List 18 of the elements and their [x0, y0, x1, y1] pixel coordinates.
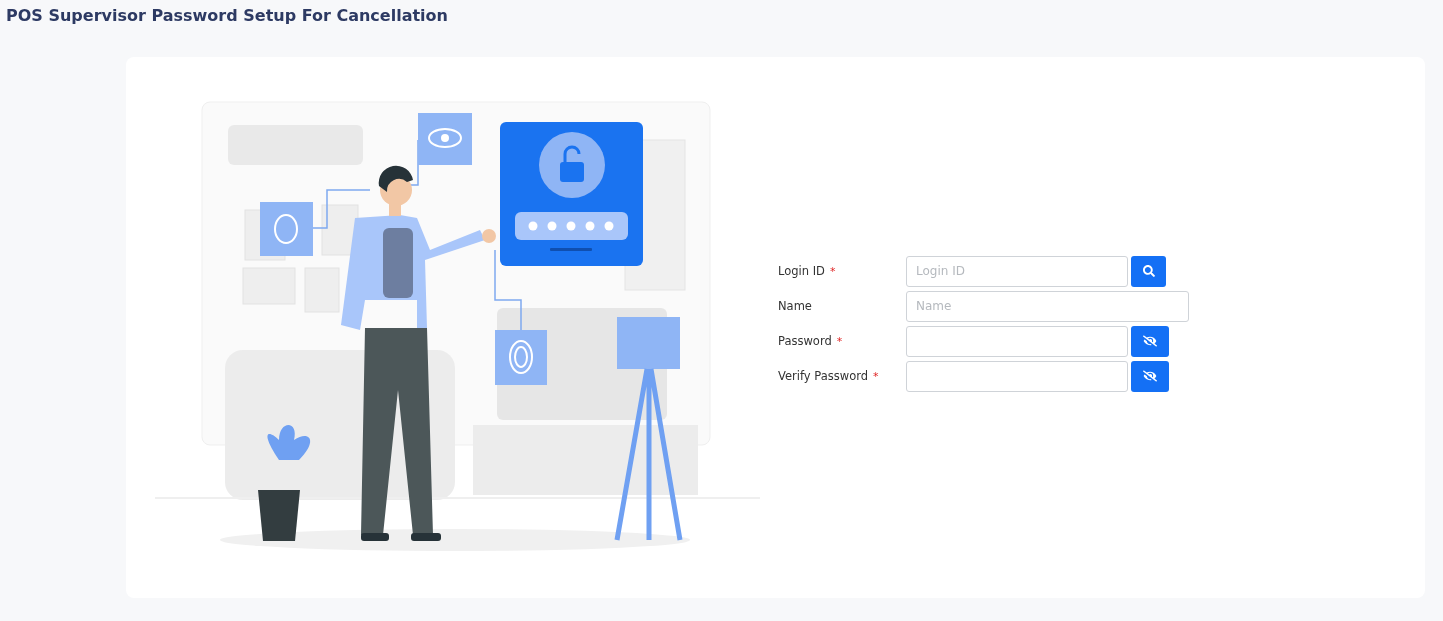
show-password-button[interactable]	[1131, 360, 1169, 392]
required-mark: *	[829, 264, 836, 278]
input-field[interactable]	[906, 325, 1128, 357]
page-title: POS Supervisor Password Setup For Cancellation	[6, 5, 449, 27]
search-icon	[1142, 265, 1155, 277]
search-button[interactable]	[1131, 255, 1166, 287]
field-label: Name	[778, 299, 812, 313]
eye-slash-icon	[1143, 369, 1157, 383]
field-label: Verify Password	[778, 369, 868, 383]
field-label: Password	[778, 334, 832, 348]
required-mark: *	[836, 334, 843, 348]
eye-slash-icon	[1143, 334, 1157, 348]
input-field[interactable]	[906, 360, 1128, 392]
required-mark: *	[873, 369, 879, 383]
input-field[interactable]: Name	[906, 290, 1189, 322]
input-field[interactable]: Login ID	[906, 255, 1128, 287]
show-password-button[interactable]	[1131, 325, 1169, 357]
field-label: Login ID	[778, 264, 825, 278]
